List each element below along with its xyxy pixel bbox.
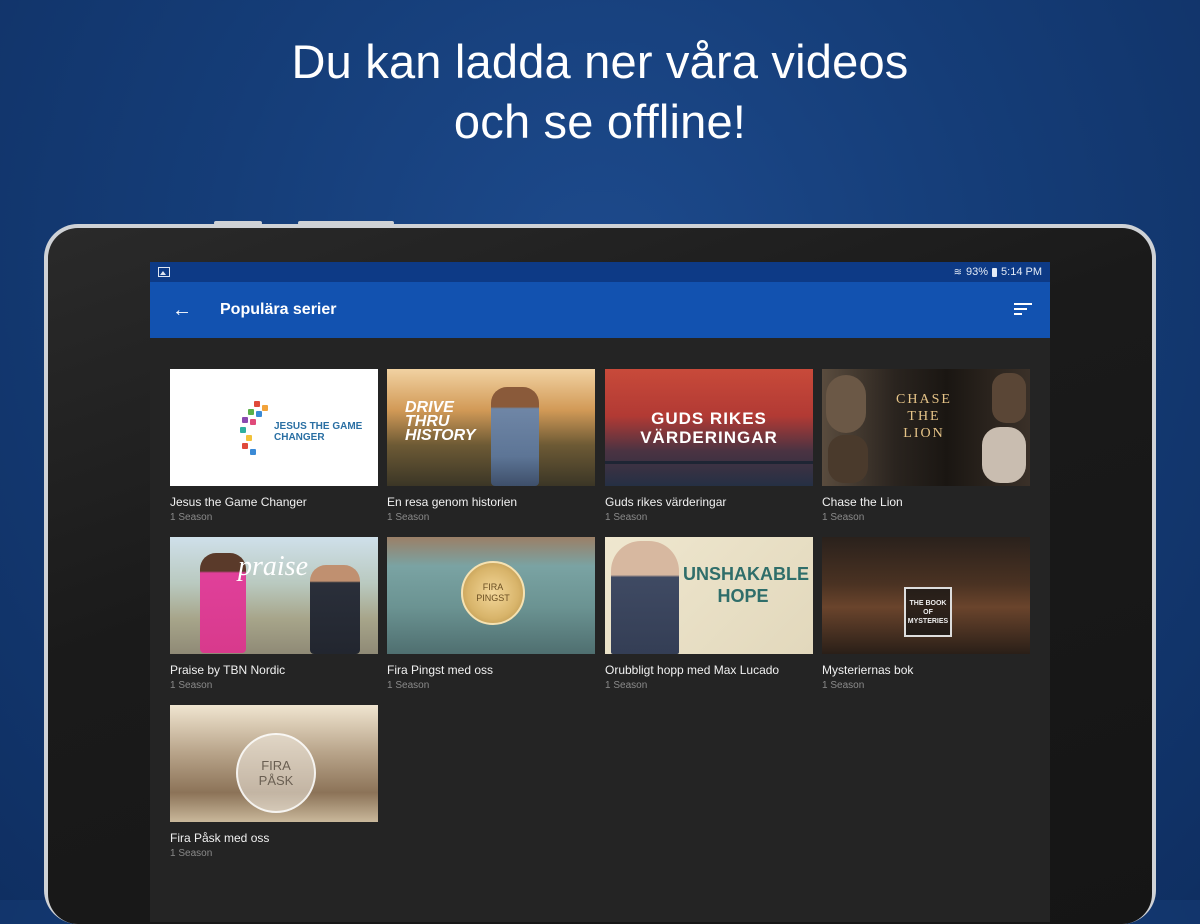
- series-thumbnail[interactable]: THE BOOK OF MYSTERIES: [822, 537, 1030, 654]
- series-card[interactable]: GUDS RIKES VÄRDERINGAR Guds rikes värder…: [605, 369, 813, 523]
- series-season-count: 1 Season: [387, 512, 430, 523]
- series-title: Chase the Lion: [822, 495, 903, 509]
- thumbnail-figure: [491, 387, 539, 486]
- series-card[interactable]: FIRA PINGST Fira Pingst med oss 1 Season: [387, 537, 595, 691]
- thumbnail-figure: [982, 427, 1026, 483]
- battery-icon: [992, 267, 998, 277]
- series-card[interactable]: UNSHAKABLE HOPE Orubbligt hopp med Max L…: [605, 537, 813, 691]
- thumbnail-figure: [828, 435, 868, 483]
- status-time: 5:14 PM: [1001, 266, 1042, 278]
- series-title: Fira Påsk med oss: [170, 831, 270, 845]
- thumbnail-art-text: JESUS THE GAME CHANGER: [274, 421, 363, 443]
- promo-headline: Du kan ladda ner våra videos och se offl…: [0, 32, 1200, 152]
- thumbnail-figure: [992, 373, 1026, 423]
- tablet-side-button: [214, 221, 262, 225]
- series-season-count: 1 Season: [387, 680, 430, 691]
- series-card[interactable]: JESUS THE GAME CHANGER Jesus the Game Ch…: [170, 369, 378, 523]
- series-title: Mysteriernas bok: [822, 663, 914, 677]
- app-bar: ← Populära serier: [150, 282, 1050, 338]
- thumbnail-seal: FIRA PÅSK: [236, 733, 316, 813]
- battery-level: 93%: [966, 266, 989, 278]
- series-thumbnail[interactable]: CHASE THE LION: [822, 369, 1030, 486]
- series-thumbnail[interactable]: FIRA PÅSK: [170, 705, 378, 822]
- series-season-count: 1 Season: [170, 680, 213, 691]
- series-title: Orubbligt hopp med Max Lucado: [605, 663, 780, 677]
- series-title: Fira Pingst med oss: [387, 663, 494, 677]
- thumbnail-art-text: THE BOOK OF MYSTERIES: [907, 599, 949, 625]
- page-title: Populära serier: [220, 301, 337, 318]
- series-thumbnail[interactable]: DRIVE THRU HISTORY: [387, 369, 595, 486]
- tablet-screen: ≋ 93% 5:14 PM ← Populära serier JESUS TH…: [150, 262, 1050, 922]
- thumbnail-art-text: FIRA PÅSK: [258, 758, 294, 788]
- thumbnail-art-text: FIRA PINGST: [476, 582, 510, 603]
- status-bar: ≋ 93% 5:14 PM: [150, 262, 1050, 282]
- thumbnail-art-text: praise: [238, 551, 308, 582]
- series-thumbnail[interactable]: praise: [170, 537, 378, 654]
- thumbnail-art-text: GUDS RIKES VÄRDERINGAR: [640, 409, 778, 447]
- wifi-icon: ≋: [953, 266, 962, 278]
- thumbnail-art-text: DRIVE THRU HISTORY: [405, 399, 476, 444]
- thumbnail-figure: [611, 541, 679, 654]
- thumbnail-seal: FIRA PINGST: [461, 561, 525, 625]
- series-thumbnail[interactable]: FIRA PINGST: [387, 537, 595, 654]
- sort-icon[interactable]: [1014, 303, 1032, 317]
- image-notification-icon: [158, 267, 170, 277]
- tablet-side-button: [298, 221, 394, 225]
- series-season-count: 1 Season: [170, 848, 213, 859]
- series-title: Guds rikes värderingar: [605, 495, 727, 509]
- thumbnail-book-logo: THE BOOK OF MYSTERIES: [904, 587, 952, 637]
- headline-line-1: Du kan ladda ner våra videos: [291, 35, 909, 88]
- thumbnail-bridge: [605, 461, 813, 464]
- thumbnail-figure: [826, 375, 866, 433]
- series-season-count: 1 Season: [170, 512, 213, 523]
- series-season-count: 1 Season: [605, 680, 648, 691]
- series-thumbnail[interactable]: UNSHAKABLE HOPE: [605, 537, 813, 654]
- series-card[interactable]: CHASE THE LION Chase the Lion 1 Season: [822, 369, 1030, 523]
- series-card[interactable]: DRIVE THRU HISTORY En resa genom histori…: [387, 369, 595, 523]
- series-season-count: 1 Season: [605, 512, 648, 523]
- thumbnail-figure: [310, 565, 360, 654]
- series-title: En resa genom historien: [387, 495, 518, 509]
- series-thumbnail[interactable]: JESUS THE GAME CHANGER: [170, 369, 378, 486]
- series-card[interactable]: praise Praise by TBN Nordic 1 Season: [170, 537, 378, 691]
- arrow-left-icon[interactable]: ←: [154, 282, 210, 338]
- series-season-count: 1 Season: [822, 512, 865, 523]
- headline-line-2: och se offline!: [453, 95, 747, 148]
- series-card[interactable]: FIRA PÅSK Fira Påsk med oss 1 Season: [170, 705, 378, 859]
- series-thumbnail[interactable]: GUDS RIKES VÄRDERINGAR: [605, 369, 813, 486]
- series-title: Jesus the Game Changer: [170, 495, 307, 509]
- series-card[interactable]: THE BOOK OF MYSTERIES Mysteriernas bok 1…: [822, 537, 1030, 691]
- game-changer-logo: [232, 397, 272, 457]
- series-season-count: 1 Season: [822, 680, 865, 691]
- thumbnail-art-text: CHASE THE LION: [896, 392, 952, 441]
- thumbnail-art-text: UNSHAKABLE HOPE: [683, 564, 809, 606]
- series-title: Praise by TBN Nordic: [170, 663, 286, 677]
